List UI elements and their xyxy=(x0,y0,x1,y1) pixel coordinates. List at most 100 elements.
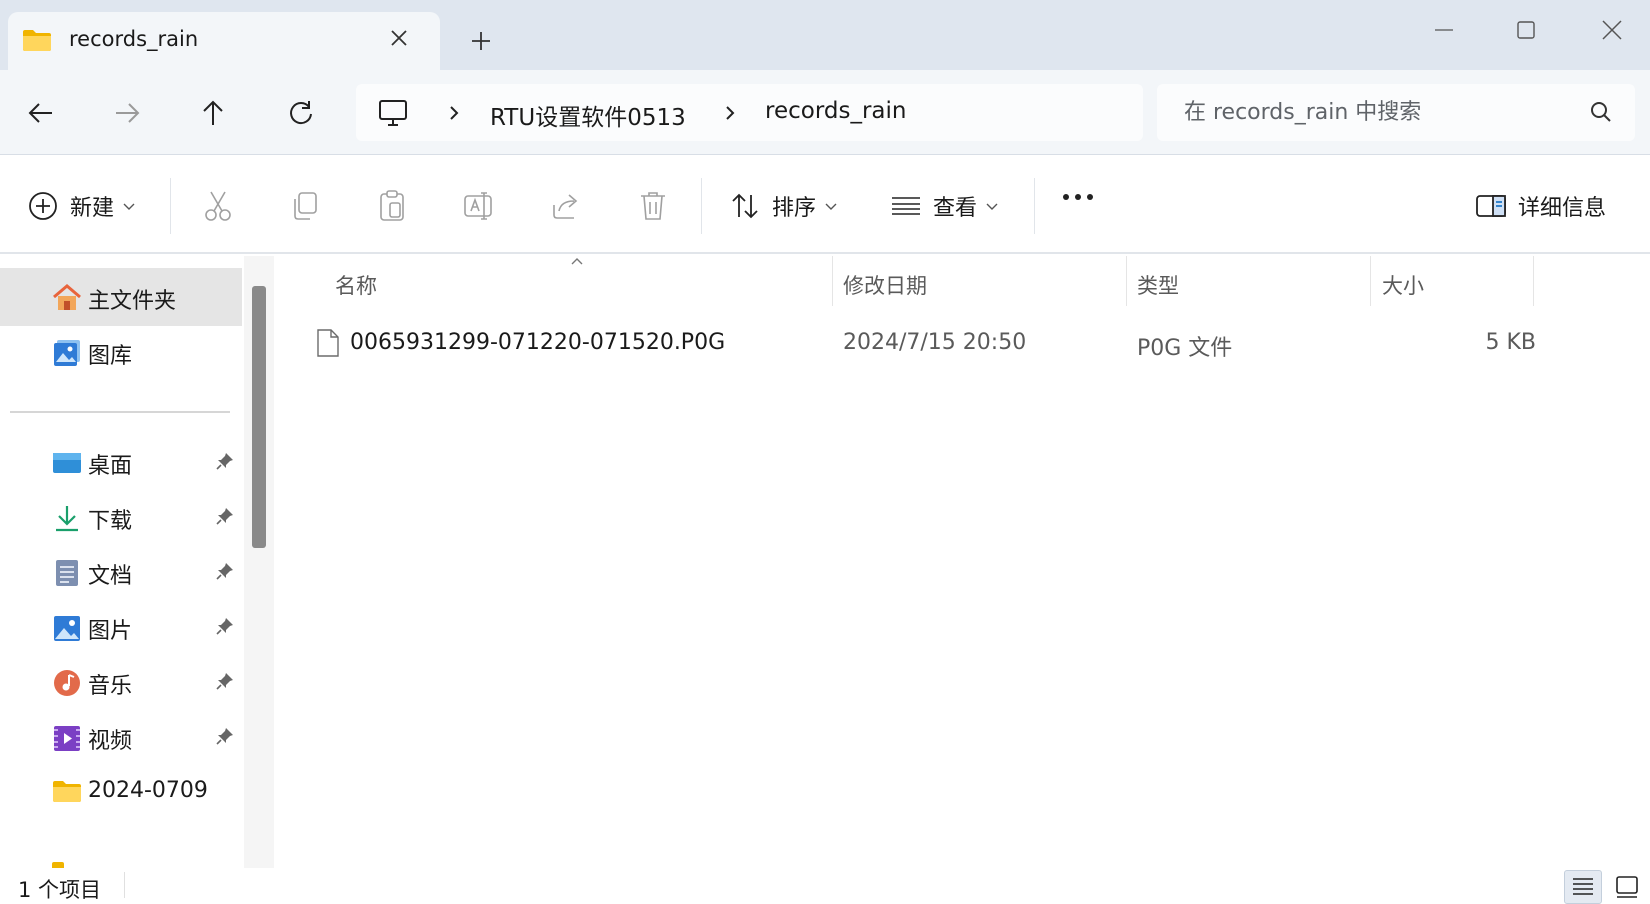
column-divider[interactable] xyxy=(832,256,833,306)
sidebar-item-home[interactable]: 主文件夹 xyxy=(0,268,242,326)
delete-icon[interactable] xyxy=(635,188,671,224)
divider xyxy=(1034,178,1035,234)
column-header-name[interactable]: 名称 xyxy=(335,270,377,300)
breadcrumb-item[interactable]: records_rain xyxy=(765,98,906,124)
new-button[interactable]: 新建 xyxy=(28,186,135,226)
column-header-modified[interactable]: 修改日期 xyxy=(843,270,927,300)
column-header-size[interactable]: 大小 xyxy=(1382,270,1424,300)
close-window-icon[interactable] xyxy=(1592,14,1632,46)
navigation-bar: RTU设置软件0513 records_rain xyxy=(0,70,1650,155)
pin-icon[interactable] xyxy=(216,562,234,580)
pin-icon[interactable] xyxy=(216,507,234,525)
tab-title: records_rain xyxy=(69,27,199,51)
paste-icon[interactable] xyxy=(374,188,410,224)
new-label: 新建 xyxy=(70,196,115,221)
file-modified: 2024/7/15 20:50 xyxy=(843,330,1027,355)
table-row[interactable]: 0065931299-071220-071520.P0G 2024/7/15 2… xyxy=(300,316,1640,374)
view-label: 查看 xyxy=(933,196,978,221)
sidebar-item-desktop[interactable]: 桌面 xyxy=(0,433,242,491)
this-pc-icon[interactable] xyxy=(378,98,408,128)
column-divider[interactable] xyxy=(1533,256,1534,306)
pin-icon[interactable] xyxy=(216,617,234,635)
sidebar-item-label: 主文件夹 xyxy=(88,289,177,314)
videos-icon xyxy=(52,723,82,753)
details-pane-button[interactable]: 详细信息 xyxy=(1476,186,1606,226)
pin-icon[interactable] xyxy=(216,727,234,745)
breadcrumb-item[interactable]: RTU设置软件0513 xyxy=(490,98,686,132)
minimize-icon[interactable] xyxy=(1424,14,1464,46)
new-tab-icon[interactable] xyxy=(470,30,492,52)
sidebar-item-label: 2024-0709 xyxy=(88,778,208,803)
pin-icon[interactable] xyxy=(216,672,234,690)
item-count: 1 个项目 xyxy=(18,878,102,902)
more-options-icon[interactable] xyxy=(1061,192,1095,202)
forward-arrow-icon[interactable] xyxy=(112,98,142,128)
search-input[interactable] xyxy=(1184,96,1574,128)
sidebar-item-label: 下载 xyxy=(88,509,133,534)
file-name[interactable]: 0065931299-071220-071520.P0G xyxy=(350,330,725,355)
sidebar-item-label: 视频 xyxy=(88,729,133,754)
search-icon[interactable] xyxy=(1589,100,1613,124)
refresh-icon[interactable] xyxy=(286,98,316,128)
navigation-pane: 主文件夹 图库 桌面 下载 文档 图片 音乐 视频 2024-0709 xyxy=(0,256,244,868)
cut-icon[interactable] xyxy=(200,188,236,224)
status-bar: 1 个项目 xyxy=(0,868,1650,904)
sidebar-item-label: 音乐 xyxy=(88,674,133,699)
file-list: 名称 修改日期 类型 大小 0065931299-071220-071520.P… xyxy=(274,256,1650,868)
sidebar-item-label: 图片 xyxy=(88,619,133,644)
tab-records-rain[interactable]: records_rain xyxy=(8,12,440,70)
details-label: 详细信息 xyxy=(1518,196,1607,221)
file-size: 5 KB xyxy=(1485,330,1536,355)
large-icons-view-icon[interactable] xyxy=(1610,870,1644,904)
rename-icon[interactable] xyxy=(461,188,497,224)
file-icon xyxy=(316,328,340,358)
title-bar: records_rain xyxy=(0,0,1650,70)
sidebar-item-gallery[interactable]: 图库 xyxy=(0,323,242,381)
sidebar-item-documents[interactable]: 文档 xyxy=(0,543,242,601)
home-icon xyxy=(52,283,82,313)
column-divider[interactable] xyxy=(1370,256,1371,306)
column-divider[interactable] xyxy=(1126,256,1127,306)
sidebar-item-label: 文档 xyxy=(88,564,133,589)
folder-icon xyxy=(22,28,52,52)
documents-icon xyxy=(52,558,82,588)
sort-label: 排序 xyxy=(772,196,817,221)
column-header-type[interactable]: 类型 xyxy=(1137,270,1179,300)
view-lines-icon xyxy=(891,194,921,218)
divider xyxy=(170,178,171,234)
sidebar-item-music[interactable]: 音乐 xyxy=(0,653,242,711)
chevron-down-icon xyxy=(825,201,837,211)
chevron-down-icon xyxy=(123,201,135,211)
chevron-right-icon[interactable] xyxy=(446,104,462,122)
search-box[interactable] xyxy=(1157,84,1635,141)
gallery-icon xyxy=(52,338,82,368)
sidebar-item-label: 图库 xyxy=(88,344,133,369)
pin-icon[interactable] xyxy=(216,452,234,470)
desktop-icon xyxy=(52,448,82,478)
address-bar[interactable]: RTU设置软件0513 records_rain xyxy=(356,84,1143,141)
sidebar-item-downloads[interactable]: 下载 xyxy=(0,488,242,546)
close-tab-icon[interactable] xyxy=(388,27,410,49)
up-arrow-icon[interactable] xyxy=(198,98,228,128)
plus-circle-icon xyxy=(28,191,58,221)
sidebar-scrollbar-thumb[interactable] xyxy=(252,286,266,548)
sidebar-item-videos[interactable]: 视频 xyxy=(0,708,242,766)
sort-button[interactable]: 排序 xyxy=(730,186,837,226)
download-icon xyxy=(52,503,82,533)
sidebar-divider xyxy=(10,411,230,413)
sidebar-item-folder-2024-0709[interactable]: 2024-0709 xyxy=(0,763,242,821)
chevron-right-icon[interactable] xyxy=(722,104,738,122)
folder-icon xyxy=(52,778,82,804)
divider xyxy=(701,178,702,234)
back-arrow-icon[interactable] xyxy=(26,98,56,128)
share-icon[interactable] xyxy=(548,188,584,224)
maximize-icon[interactable] xyxy=(1506,14,1546,46)
details-view-icon[interactable] xyxy=(1564,870,1602,904)
view-button[interactable]: 查看 xyxy=(891,186,998,226)
details-pane-icon xyxy=(1476,194,1506,218)
copy-icon[interactable] xyxy=(287,188,323,224)
sort-arrows-icon xyxy=(730,191,760,221)
chevron-down-icon xyxy=(986,201,998,211)
pictures-icon xyxy=(52,613,82,643)
sidebar-item-pictures[interactable]: 图片 xyxy=(0,598,242,656)
